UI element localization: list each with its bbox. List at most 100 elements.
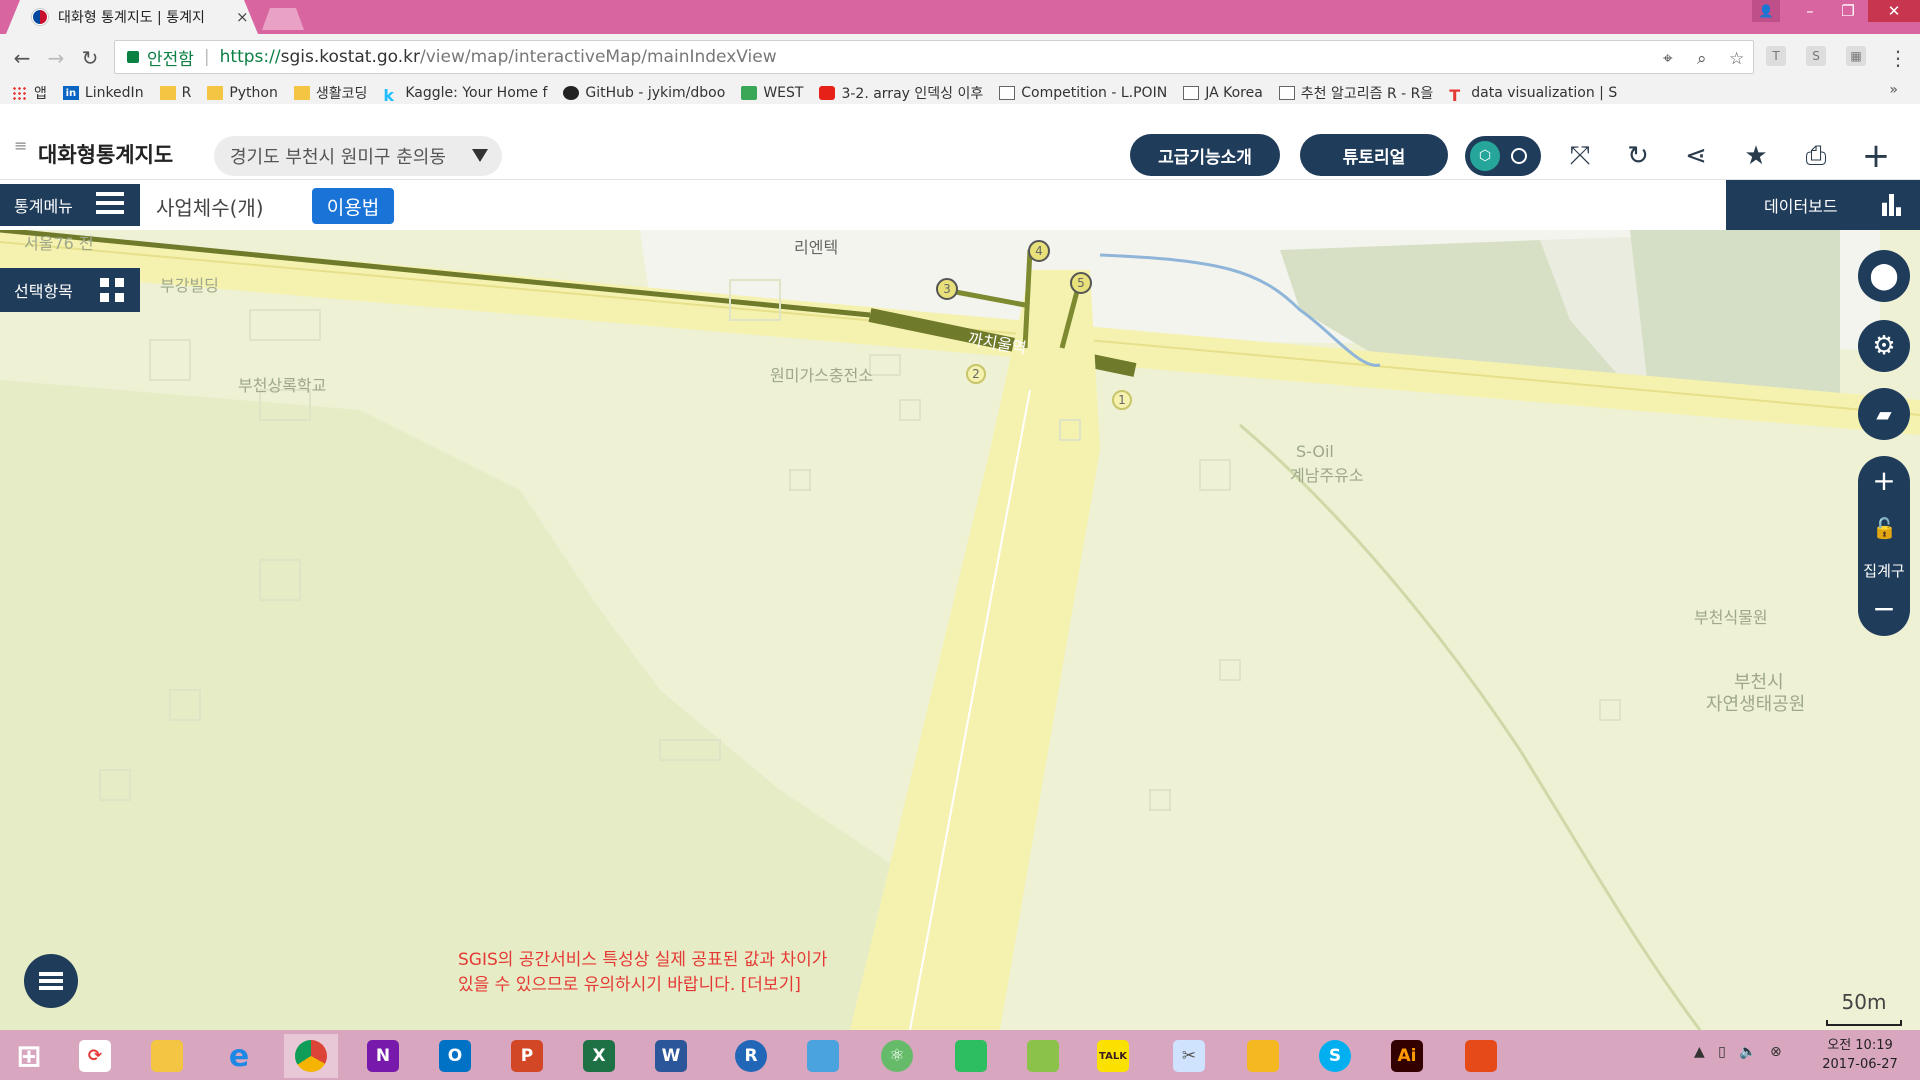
exit-marker-5[interactable]: 5 (1070, 272, 1092, 294)
tab-close-icon[interactable]: × (236, 8, 249, 26)
bookmark-coding[interactable]: 생활코딩 (293, 83, 367, 103)
map-base-layer (0, 230, 1920, 1030)
bookmark-competition[interactable]: Competition - L.POIN (999, 85, 1167, 101)
legend-button[interactable] (24, 954, 78, 1008)
notice-line-2: 있을 수 있으므로 유의하시기 바랍니다. [더보기] (458, 975, 801, 995)
tab-title: 대화형 통계지도 | 통계지 (58, 10, 205, 26)
location-target-icon[interactable]: ⌖ (1663, 49, 1673, 69)
location-pin-icon[interactable]: ⬤ (1858, 250, 1910, 302)
maximize-button[interactable]: ❐ (1830, 0, 1866, 22)
excel-icon[interactable]: X (572, 1034, 626, 1078)
clock[interactable]: 오전 10:19 2017-06-27 (1810, 1036, 1910, 1074)
hamburger-icon[interactable]: ≡ (14, 138, 28, 154)
extension-grid-icon[interactable]: ▦ (1846, 46, 1866, 66)
close-window-button[interactable]: ✕ (1868, 0, 1920, 22)
zoom-magnifier-icon[interactable]: ⌕ (1697, 49, 1707, 69)
onenote-icon[interactable]: N (356, 1034, 410, 1078)
outlook-icon[interactable]: O (428, 1034, 482, 1078)
chrome-menu-icon[interactable]: ⋮ (1886, 46, 1910, 70)
photo-icon[interactable] (1016, 1034, 1070, 1078)
bookmarks-overflow-icon[interactable]: » (1889, 82, 1898, 98)
exit-marker-1[interactable]: 1 (1112, 390, 1132, 410)
r-icon[interactable]: R (724, 1034, 778, 1078)
usage-guide-button[interactable]: 이용법 (312, 188, 394, 224)
atom-icon[interactable]: ⚛ (870, 1034, 924, 1078)
map-label-rientech: 리엔텍 (794, 238, 839, 257)
bookmark-ja-korea[interactable]: JA Korea (1183, 85, 1263, 101)
bookmark-r[interactable]: R (159, 85, 191, 101)
internet-explorer-icon[interactable]: e (212, 1034, 266, 1078)
file-explorer-icon[interactable] (140, 1034, 194, 1078)
bookmark-star-icon[interactable]: ☆ (1729, 49, 1744, 69)
chrome-icon[interactable] (284, 1034, 338, 1078)
windows-start-icon[interactable]: ⊞ (2, 1034, 56, 1078)
notepad-icon[interactable] (796, 1034, 850, 1078)
tutorial-button[interactable]: 튜토리얼 (1300, 134, 1448, 176)
bookmark-linkedin[interactable]: in LinkedIn (62, 85, 144, 101)
share-icon[interactable]: ⋖ (1680, 140, 1712, 172)
bookmark-github[interactable]: GitHub - jykim/dboo (563, 85, 725, 101)
region-value: 경기도 부천시 원미구 춘의동 (230, 147, 446, 168)
new-tab-button[interactable] (262, 8, 304, 30)
map-canvas[interactable]: 서울76 전 부강빌딩 부천상록학교 리엔텍 원미가스충전소 까치울역 S-Oi… (0, 230, 1920, 1030)
extension-t-icon[interactable]: T (1766, 46, 1786, 66)
collapse-icon[interactable]: ⤧ (1564, 140, 1596, 172)
gear-icon[interactable]: ⚙ (1858, 320, 1910, 372)
bookmark-dataviz[interactable]: Tdata visualization | S (1449, 85, 1617, 105)
sync-icon[interactable]: ⟳ (68, 1034, 122, 1078)
star-icon[interactable]: ★ (1740, 140, 1772, 172)
profile-icon[interactable]: 👤 (1752, 0, 1780, 22)
bookmark-recommend[interactable]: 추천 알고리즘 R - R을 (1278, 83, 1433, 103)
bar-chart-icon (1882, 194, 1901, 216)
select-items-button[interactable]: 선택항목 (0, 268, 140, 312)
folder-icon (207, 86, 224, 100)
bookmark-python[interactable]: Python (207, 85, 278, 101)
system-tray[interactable]: ▲ ▯ 🔈 ⊗ (1694, 1044, 1782, 1060)
skype-icon[interactable]: S (1308, 1034, 1362, 1078)
illustrator-icon[interactable]: Ai (1380, 1034, 1434, 1078)
stat-title: 사업체수(개) (156, 196, 264, 220)
exit-marker-3[interactable]: 3 (936, 278, 958, 300)
exit-marker-2[interactable]: 2 (966, 364, 986, 384)
kakaotalk-icon[interactable]: TALK (1086, 1034, 1140, 1078)
scale-bar: 50m (1826, 990, 1902, 1026)
bookmark-kaggle[interactable]: k Kaggle: Your Home f (383, 85, 547, 105)
snipping-icon[interactable]: ✂ (1162, 1034, 1216, 1078)
back-arrow-icon[interactable]: ← (10, 46, 34, 70)
powerpoint-icon[interactable]: P (500, 1034, 554, 1078)
word-icon[interactable]: W (644, 1034, 698, 1078)
puzzle-icon[interactable] (1236, 1034, 1290, 1078)
data-board-button[interactable]: 데이터보드 (1726, 180, 1920, 230)
page-title[interactable]: 대화형통계지도 (38, 139, 173, 169)
extension-s-icon[interactable]: S (1806, 46, 1826, 66)
region-select[interactable]: 경기도 부천시 원미구 춘의동 (214, 136, 502, 176)
document-icon (999, 86, 1016, 100)
unlock-icon[interactable]: 🔓 (1872, 516, 1897, 540)
zoom-out-button[interactable]: − (1858, 592, 1910, 625)
zoom-unit-label[interactable]: 집계구 (1858, 560, 1910, 581)
zoom-in-button[interactable]: + (1858, 464, 1910, 497)
address-bar[interactable]: 안전함 | https:// sgis.kostat.go.kr /view/m… (114, 40, 1754, 74)
bookmark-apps[interactable]: 앱 (12, 83, 47, 103)
bookmark-array[interactable]: 3-2. array 인덱싱 이후 (819, 83, 983, 103)
stat-menu-button[interactable]: 통계메뉴 (0, 184, 140, 226)
map-mode-toggle[interactable]: ⬡ (1465, 136, 1541, 176)
exit-marker-4[interactable]: 4 (1028, 240, 1050, 262)
minimize-button[interactable]: – (1792, 0, 1828, 22)
map-notice[interactable]: SGIS의 공간서비스 특성상 실제 공표된 값과 차이가 있을 수 있으므로 … (458, 948, 827, 998)
apps-icon (12, 86, 28, 100)
folder-icon (159, 86, 176, 100)
reload-icon[interactable]: ↻ (78, 46, 102, 70)
forward-arrow-icon[interactable]: → (44, 46, 68, 70)
evernote-icon[interactable] (944, 1034, 998, 1078)
app-icon[interactable] (1454, 1034, 1508, 1078)
refresh-icon[interactable]: ↻ (1622, 140, 1654, 172)
advanced-features-button[interactable]: 고급기능소개 (1130, 134, 1280, 176)
add-icon[interactable]: + (1860, 136, 1892, 176)
browser-tab-active[interactable]: 대화형 통계지도 | 통계지 × (6, 0, 258, 34)
browser-tab-strip: 대화형 통계지도 | 통계지 × 👤 – ❐ ✕ (0, 0, 1920, 34)
layers-icon[interactable]: ▰ (1858, 388, 1910, 440)
map-label-bugang: 부강빌딩 (160, 276, 219, 295)
bookmark-west[interactable]: WEST (741, 85, 803, 101)
print-icon[interactable]: ⎙ (1800, 140, 1832, 172)
